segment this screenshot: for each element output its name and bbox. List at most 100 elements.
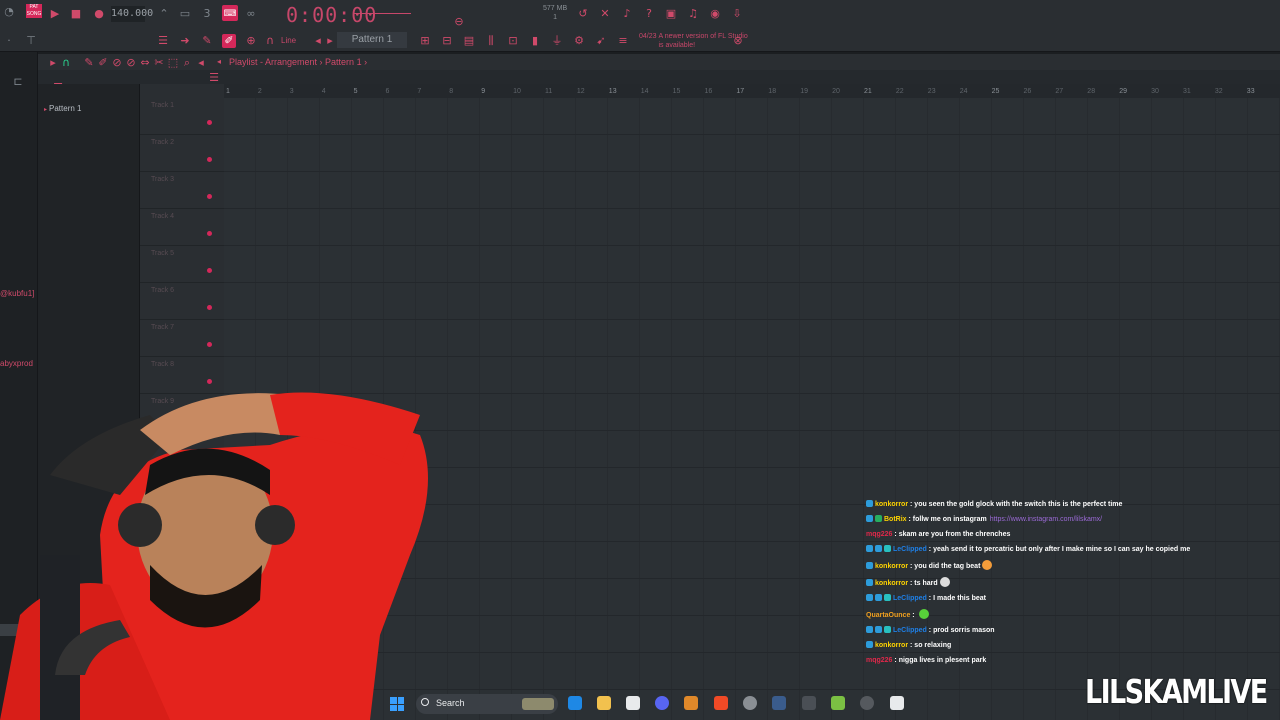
- pattern-list-item[interactable]: ▸ Pattern 1: [44, 104, 81, 113]
- copilot-icon[interactable]: [568, 696, 582, 710]
- eq-icon[interactable]: ⫼: [484, 34, 498, 48]
- mute-icon[interactable]: ⊘: [124, 56, 138, 70]
- arrow-right-icon[interactable]: ➜: [178, 34, 192, 48]
- store-icon[interactable]: [626, 696, 640, 710]
- mixer-window-icon[interactable]: ⊞: [418, 34, 432, 48]
- chat-emote-icon: [918, 609, 929, 619]
- chat-username[interactable]: konkorror: [875, 563, 908, 570]
- layers-icon[interactable]: [831, 696, 845, 710]
- windows-start-icon[interactable]: [390, 697, 404, 711]
- steam-icon[interactable]: [772, 696, 786, 710]
- magnet-icon[interactable]: ∩: [263, 34, 277, 48]
- playlist-arrow-icon[interactable]: ▸: [46, 56, 60, 70]
- chat-username[interactable]: mqg226: [866, 531, 892, 538]
- plug-icon[interactable]: ⏚: [550, 34, 564, 48]
- slip-icon[interactable]: ⇔: [138, 56, 152, 70]
- help-icon[interactable]: ?: [642, 7, 656, 21]
- chat-username[interactable]: mqg226: [866, 657, 892, 664]
- track-header[interactable]: Track 4: [140, 209, 224, 246]
- chat-icon[interactable]: ◉: [708, 7, 722, 21]
- track-header[interactable]: Track 2: [140, 135, 224, 172]
- tempo-display[interactable]: 140.000: [111, 6, 153, 22]
- pattern-selector[interactable]: Pattern 1: [337, 32, 407, 48]
- browser-toggle-icon[interactable]: ·: [2, 34, 16, 48]
- capture-icon[interactable]: [802, 696, 816, 710]
- taskbar-search[interactable]: Search: [416, 694, 558, 714]
- fl-logo-icon[interactable]: ◔: [2, 5, 16, 19]
- chat-username[interactable]: konkorror: [875, 580, 908, 587]
- typing-keyboard-button[interactable]: ⌨: [222, 5, 238, 21]
- chat-username[interactable]: BotRix: [884, 516, 907, 523]
- download-icon[interactable]: ⇩: [730, 7, 744, 21]
- 4k-icon[interactable]: [860, 696, 874, 710]
- zoom-icon[interactable]: ⌕: [180, 56, 194, 70]
- cap-cut-icon[interactable]: [890, 696, 904, 710]
- select-icon[interactable]: ⬚: [166, 56, 180, 70]
- magnet-snap-icon[interactable]: ∩: [59, 56, 73, 70]
- track-active-indicator[interactable]: [207, 342, 212, 347]
- track-header[interactable]: Track 7: [140, 320, 224, 357]
- brave-icon[interactable]: [714, 696, 728, 710]
- track-header[interactable]: Track 5: [140, 246, 224, 283]
- chat-username[interactable]: LeClipped: [893, 595, 927, 602]
- tools-icon[interactable]: ⚙: [572, 34, 586, 48]
- file-explorer-icon[interactable]: [597, 696, 611, 710]
- track-active-indicator[interactable]: [207, 268, 212, 273]
- snap-mode-label[interactable]: Line: [281, 36, 296, 45]
- metronome-icon[interactable]: ⌃: [157, 7, 171, 21]
- track-header[interactable]: Track 3: [140, 172, 224, 209]
- pattern-mode-icon[interactable]: ☰: [207, 71, 221, 85]
- clipboard-icon[interactable]: ▮: [528, 34, 542, 48]
- song-mode-toggle[interactable]: PAT SONG: [26, 4, 42, 18]
- discord-icon[interactable]: [655, 696, 669, 710]
- obs-icon[interactable]: [743, 696, 757, 710]
- piano-roll-window-icon[interactable]: ▤: [462, 34, 476, 48]
- track-active-indicator[interactable]: [207, 194, 212, 199]
- time-display[interactable]: 0:00:00: [286, 3, 377, 27]
- cursor-icon[interactable]: ➹: [594, 34, 608, 48]
- paint-tool-icon[interactable]: ✐: [222, 34, 236, 48]
- close-news-icon[interactable]: ⊗: [731, 34, 745, 48]
- record-icon[interactable]: ●: [92, 7, 106, 21]
- chat-username[interactable]: QuartaOunce: [866, 612, 910, 619]
- chat-username[interactable]: konkorror: [875, 501, 908, 508]
- playback-icon[interactable]: ◂: [194, 56, 208, 70]
- channel-rack-window-icon[interactable]: ⊟: [440, 34, 454, 48]
- delete-icon[interactable]: ⊘: [110, 56, 124, 70]
- chat-username[interactable]: LeClipped: [893, 627, 927, 634]
- templates-icon[interactable]: ≡: [616, 34, 630, 48]
- fl-studio-icon[interactable]: [684, 696, 698, 710]
- chat-username[interactable]: konkorror: [875, 642, 908, 649]
- track-active-indicator[interactable]: [207, 305, 212, 310]
- pencil-tool-icon[interactable]: ✎: [200, 34, 214, 48]
- stamp-icon[interactable]: ⊕: [244, 34, 258, 48]
- countdown-icon[interactable]: 3: [200, 7, 214, 21]
- track-header[interactable]: Track 6: [140, 283, 224, 320]
- loop-record-icon[interactable]: ∞: [244, 7, 258, 21]
- next-pattern-icon[interactable]: ▸: [323, 34, 337, 48]
- piano-roll-icon[interactable]: ♫: [686, 7, 700, 21]
- slice-icon[interactable]: ✂: [152, 56, 166, 70]
- track-active-indicator[interactable]: [207, 157, 212, 162]
- paint-icon[interactable]: ✐: [96, 56, 110, 70]
- chat-link[interactable]: https://www.instagram.com/lilskamx/: [990, 516, 1102, 523]
- mixer-icon[interactable]: ♪: [620, 7, 634, 21]
- wait-input-icon[interactable]: ▭: [178, 7, 192, 21]
- draw-icon[interactable]: ✎: [82, 56, 96, 70]
- stop-icon[interactable]: ■: [69, 7, 83, 21]
- browser-window-icon[interactable]: ⊡: [506, 34, 520, 48]
- play-icon[interactable]: ▶: [48, 7, 62, 21]
- master-volume-line[interactable]: [353, 13, 411, 14]
- snap-icon[interactable]: ⊤: [24, 34, 38, 48]
- channel-rack-icon[interactable]: ✕: [598, 7, 612, 21]
- folder-icon[interactable]: ⊏: [11, 75, 25, 89]
- track-active-indicator[interactable]: [207, 120, 212, 125]
- ruler-number: 18: [768, 88, 777, 95]
- plugin-icon[interactable]: ▣: [664, 7, 678, 21]
- playlist-icon[interactable]: ☰: [156, 34, 170, 48]
- undo-icon[interactable]: ↺: [576, 7, 590, 21]
- track-active-indicator[interactable]: [207, 231, 212, 236]
- chat-username[interactable]: LeClipped: [893, 546, 927, 553]
- master-pitch-icon[interactable]: ⊖: [452, 15, 466, 29]
- track-header[interactable]: Track 1: [140, 98, 224, 135]
